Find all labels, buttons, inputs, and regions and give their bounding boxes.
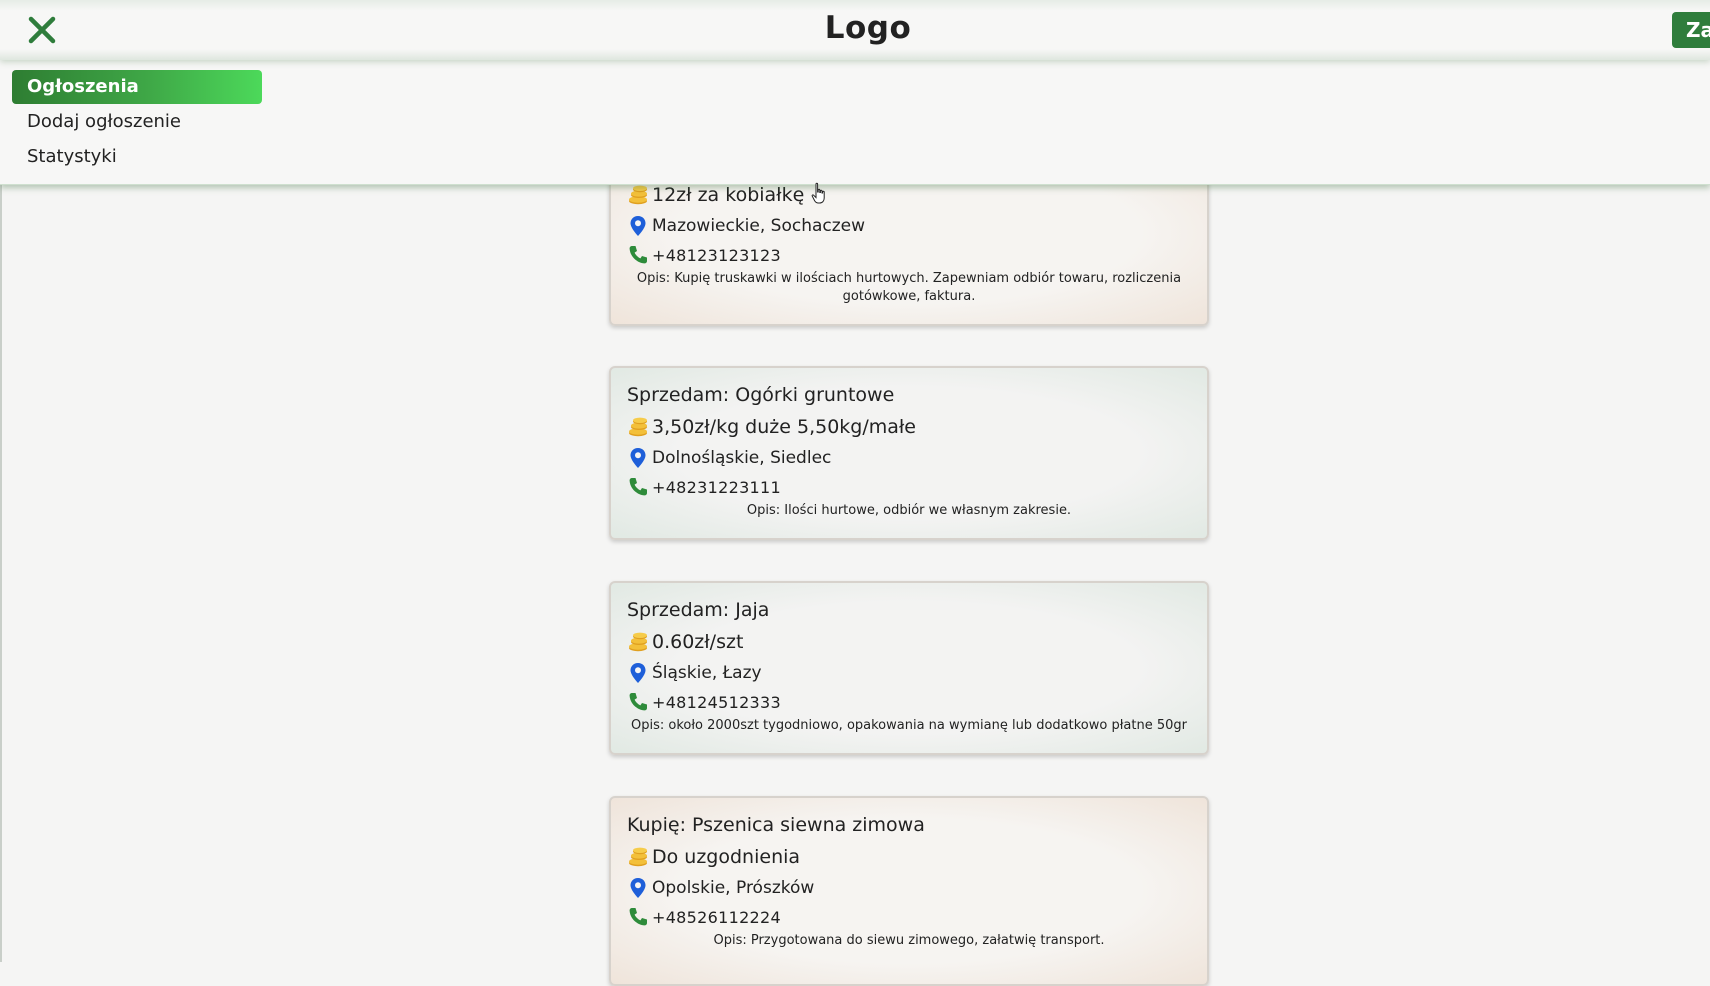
listing-description: Opis: Ilości hurtowe, odbiór we własnym … bbox=[746, 503, 1072, 518]
listing-phone-row: +48231223111 bbox=[627, 474, 1191, 500]
listing-phone-row: +48124512333 bbox=[627, 689, 1191, 715]
listing-price: 0.60zł/szt bbox=[652, 631, 744, 653]
listing-title: Sprzedam: Jaja bbox=[627, 599, 770, 621]
listing-location-row: Opolskie, Prószków bbox=[627, 872, 1191, 904]
listing-description: Opis: Kupię truskawki w ilościach hurtow… bbox=[636, 271, 1182, 304]
listing-title: Sprzedam: Ogórki gruntowe bbox=[627, 384, 895, 406]
listing-location-row: Mazowieckie, Sochaczew bbox=[627, 210, 1191, 242]
listing-location: Opolskie, Prószków bbox=[652, 878, 815, 898]
nav-item-statystyki[interactable]: Statystyki bbox=[12, 140, 262, 174]
listing-price: Do uzgodnienia bbox=[652, 846, 801, 868]
listing-location-row: Śląskie, Łazy bbox=[627, 657, 1191, 689]
listing-location: Mazowieckie, Sochaczew bbox=[652, 216, 866, 236]
listing-price: 12zł za kobiałkę bbox=[652, 184, 805, 206]
phone-icon bbox=[629, 693, 647, 711]
listing-description: Opis: Przygotowana do siewu zimowego, za… bbox=[713, 933, 1105, 948]
nav-item-dodaj-ogloszenie[interactable]: Dodaj ogłoszenie bbox=[12, 105, 262, 139]
listing-phone: +48123123123 bbox=[652, 245, 781, 265]
map-pin-icon bbox=[630, 448, 646, 468]
map-pin-icon bbox=[630, 216, 646, 236]
coins-icon bbox=[629, 185, 647, 205]
coins-icon bbox=[629, 632, 647, 652]
map-pin-icon bbox=[630, 878, 646, 898]
top-header: Logo Za bbox=[0, 0, 1710, 60]
nav-item-ogloszenia[interactable]: Ogłoszenia bbox=[12, 70, 262, 104]
listing-location-row: Dolnośląskie, Siedlec bbox=[627, 442, 1191, 474]
phone-icon bbox=[629, 908, 647, 926]
listing-description: Opis: około 2000szt tygodniowo, opakowan… bbox=[631, 718, 1187, 733]
logo-title: Logo bbox=[824, 10, 912, 46]
listing-price-row: Do uzgodnienia bbox=[627, 842, 1191, 872]
nav-drawer: Ogłoszenia Dodaj ogłoszenie Statystyki bbox=[0, 60, 1710, 185]
listing-location: Dolnośląskie, Siedlec bbox=[652, 448, 832, 468]
coins-icon bbox=[629, 847, 647, 867]
phone-icon bbox=[629, 478, 647, 496]
listing-card[interactable]: Sprzedam: Ogórki gruntowe 3,50zł/kg duże… bbox=[609, 366, 1209, 540]
coins-icon bbox=[629, 417, 647, 437]
listing-phone-row: +48123123123 bbox=[627, 242, 1191, 268]
listing-phone: +48231223111 bbox=[652, 477, 781, 497]
hand-pointer-icon bbox=[811, 182, 825, 204]
listing-phone-row: +48526112224 bbox=[627, 904, 1191, 930]
listing-card[interactable]: Kupię: Pszenica siewna zimowa Do uzgodni… bbox=[609, 796, 1209, 986]
listing-price: 3,50zł/kg duże 5,50kg/małe bbox=[652, 416, 916, 438]
listing-title: Kupię: Pszenica siewna zimowa bbox=[627, 814, 925, 836]
listing-phone: +48526112224 bbox=[652, 907, 781, 927]
phone-icon bbox=[629, 246, 647, 264]
map-pin-icon bbox=[630, 663, 646, 683]
listing-card[interactable]: Sprzedam: Jaja 0.60zł/szt Śląskie, Łazy … bbox=[609, 581, 1209, 755]
header-action-button[interactable]: Za bbox=[1672, 12, 1710, 48]
listing-location: Śląskie, Łazy bbox=[652, 663, 762, 683]
listing-phone: +48124512333 bbox=[652, 692, 781, 712]
listing-price-row: 0.60zł/szt bbox=[627, 627, 1191, 657]
listing-price-row: 3,50zł/kg duże 5,50kg/małe bbox=[627, 412, 1191, 442]
